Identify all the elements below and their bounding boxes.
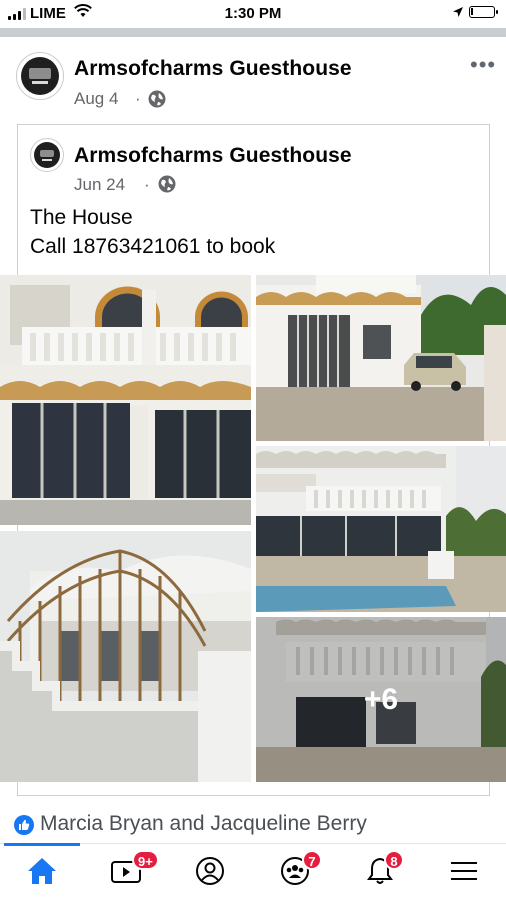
groups-badge: 7 <box>302 850 322 870</box>
shared-post-date[interactable]: Jun 24 <box>74 175 125 195</box>
shared-page-avatar[interactable] <box>30 138 64 172</box>
globe-icon <box>148 90 166 108</box>
more-photos-count[interactable]: +6 <box>256 617 506 782</box>
active-tab-indicator <box>4 843 80 846</box>
photo-house-front[interactable] <box>0 275 251 525</box>
globe-icon <box>158 175 176 193</box>
tab-profile[interactable] <box>168 844 252 901</box>
battery-icon <box>469 6 498 18</box>
shared-page-name-link[interactable]: Armsofcharms Guesthouse <box>74 144 352 168</box>
watch-badge: 9+ <box>132 850 159 870</box>
status-bar: LIME 1:30 PM <box>0 0 506 28</box>
post-date[interactable]: Aug 4 <box>74 89 118 109</box>
feed-separator <box>0 28 506 37</box>
photo-ornamental-gate[interactable] <box>0 531 251 782</box>
profile-icon <box>196 857 224 885</box>
photo-gate-driveway[interactable] <box>256 275 506 441</box>
menu-icon <box>451 862 477 880</box>
post-text-line-1: The House <box>30 206 133 229</box>
reaction-names[interactable]: Marcia Bryan and Jacqueline Berry <box>40 812 367 836</box>
post-text-line-2: Call 18763421061 to book <box>30 235 276 258</box>
home-icon <box>28 858 56 884</box>
more-options-button[interactable]: ••• <box>470 52 496 78</box>
notifications-badge: 8 <box>384 850 404 870</box>
tab-menu[interactable] <box>422 844 506 901</box>
meta-separator: · <box>135 89 141 108</box>
photo-more-overlay[interactable]: +6 <box>256 617 506 782</box>
shared-meta-separator: · <box>144 175 150 194</box>
page-avatar[interactable] <box>16 52 64 100</box>
tab-groups[interactable]: 7 <box>253 844 337 901</box>
clock-time: 1:30 PM <box>224 5 282 22</box>
tab-watch[interactable]: 9+ <box>84 844 168 901</box>
tab-home[interactable] <box>0 844 84 901</box>
photo-pool-view[interactable] <box>256 446 506 612</box>
location-arrow-icon <box>453 7 463 17</box>
page-name-link[interactable]: Armsofcharms Guesthouse <box>74 57 352 81</box>
bottom-tab-bar: 9+ 7 8 <box>0 843 506 900</box>
like-reaction-icon <box>14 815 34 835</box>
tab-notifications[interactable]: 8 <box>338 844 422 901</box>
